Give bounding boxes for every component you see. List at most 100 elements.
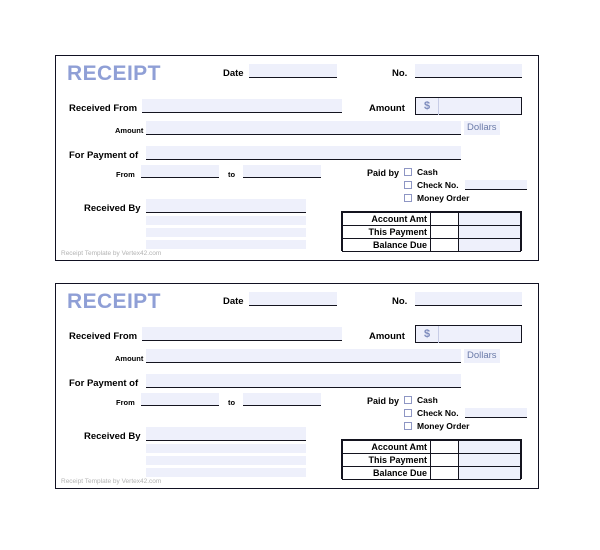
table-row: Balance Due [342, 466, 521, 480]
currency-symbol: $ [416, 325, 439, 343]
payment-method-label: Money Order [417, 192, 470, 203]
received-by-field[interactable] [146, 427, 306, 441]
currency-symbol: $ [416, 97, 439, 115]
totals-table: Account Amt This Payment Balance Due [341, 211, 522, 252]
signature-band [146, 468, 306, 477]
amount-label: Amount [369, 103, 405, 114]
payment-method-cash[interactable]: Cash [404, 166, 438, 177]
table-row: Balance Due [342, 238, 521, 252]
for-payment-of-label: For Payment of [69, 378, 139, 389]
payment-method-label: Cash [417, 166, 438, 177]
totals-gap [430, 466, 459, 480]
checkbox-cash-icon[interactable] [404, 395, 412, 404]
for-payment-of-label: For Payment of [69, 150, 139, 161]
table-row: Account Amt [342, 212, 521, 226]
number-label: No. [392, 68, 408, 79]
footer-credit: Receipt Template by Vertex42.com [61, 478, 162, 485]
received-from-field[interactable] [142, 327, 342, 341]
totals-gap [430, 212, 459, 226]
amount-box[interactable]: $ [415, 97, 522, 115]
dollars-label: Dollars [464, 121, 500, 135]
dollars-label: Dollars [464, 349, 500, 363]
amount-words-label: Amount [115, 354, 144, 363]
totals-label: Account Amt [342, 212, 431, 226]
payment-method-money-order[interactable]: Money Order [404, 192, 469, 203]
payment-method-check[interactable]: Check No. [404, 179, 527, 190]
received-by-label: Received By [84, 431, 141, 442]
totals-label: Balance Due [342, 466, 431, 480]
amount-words-label: Amount [115, 126, 144, 135]
check-no-field[interactable] [464, 179, 527, 190]
checkbox-money-order-icon[interactable] [404, 421, 412, 430]
amount-label: Amount [369, 331, 405, 342]
totals-value[interactable] [458, 440, 521, 454]
amount-words-field[interactable] [146, 121, 461, 135]
amount-box[interactable]: $ [415, 325, 522, 343]
period-to-label: to [228, 398, 236, 407]
signature-band [146, 240, 306, 249]
checkbox-check-icon[interactable] [404, 180, 412, 189]
table-row: This Payment [342, 225, 521, 239]
date-label: Date [223, 296, 244, 307]
period-to-field[interactable] [243, 393, 321, 406]
receipt-title: RECEIPT [67, 62, 161, 85]
receipt-title: RECEIPT [67, 290, 161, 313]
totals-gap [430, 440, 459, 454]
check-no-field[interactable] [464, 407, 527, 418]
receipt-copy-2: RECEIPT Date No. Received From Amount $ … [55, 283, 539, 489]
totals-gap [430, 238, 459, 252]
totals-table: Account Amt This Payment Balance Due [341, 439, 522, 480]
period-from-field[interactable] [141, 393, 219, 406]
period-from-label: From [116, 170, 135, 179]
received-from-field[interactable] [142, 99, 342, 113]
for-payment-of-field[interactable] [146, 374, 461, 388]
number-field[interactable] [415, 64, 522, 78]
totals-gap [430, 453, 459, 467]
payment-method-label: Check No. [417, 407, 459, 418]
paid-by-label: Paid by [367, 168, 400, 178]
totals-value[interactable] [458, 238, 521, 252]
payment-method-check[interactable]: Check No. [404, 407, 527, 418]
period-from-field[interactable] [141, 165, 219, 178]
signature-band [146, 216, 306, 225]
received-from-label: Received From [69, 331, 138, 342]
checkbox-cash-icon[interactable] [404, 167, 412, 176]
table-row: Account Amt [342, 440, 521, 454]
receipt-page: RECEIPT Date No. Received From Amount $ … [0, 0, 600, 550]
period-to-field[interactable] [243, 165, 321, 178]
totals-label: Balance Due [342, 238, 431, 252]
table-row: This Payment [342, 453, 521, 467]
payment-method-money-order[interactable]: Money Order [404, 420, 469, 431]
received-by-label: Received By [84, 203, 141, 214]
amount-field[interactable] [439, 98, 521, 114]
received-from-label: Received From [69, 103, 138, 114]
totals-value[interactable] [458, 212, 521, 226]
date-field[interactable] [249, 64, 337, 78]
received-by-field[interactable] [146, 199, 306, 213]
number-label: No. [392, 296, 408, 307]
amount-field[interactable] [439, 326, 521, 342]
number-field[interactable] [415, 292, 522, 306]
totals-gap [430, 225, 459, 239]
totals-label: This Payment [342, 225, 431, 239]
receipt-copy-1: RECEIPT Date No. Received From Amount $ … [55, 55, 539, 261]
payment-method-label: Check No. [417, 179, 459, 190]
signature-band [146, 228, 306, 237]
period-from-label: From [116, 398, 135, 407]
signature-band [146, 444, 306, 453]
period-to-label: to [228, 170, 236, 179]
paid-by-label: Paid by [367, 396, 400, 406]
checkbox-money-order-icon[interactable] [404, 193, 412, 202]
totals-value[interactable] [458, 453, 521, 467]
payment-method-cash[interactable]: Cash [404, 394, 438, 405]
footer-credit: Receipt Template by Vertex42.com [61, 250, 162, 257]
signature-band [146, 456, 306, 465]
for-payment-of-field[interactable] [146, 146, 461, 160]
totals-value[interactable] [458, 466, 521, 480]
payment-method-label: Cash [417, 394, 438, 405]
checkbox-check-icon[interactable] [404, 408, 412, 417]
date-field[interactable] [249, 292, 337, 306]
amount-words-field[interactable] [146, 349, 461, 363]
totals-value[interactable] [458, 225, 521, 239]
payment-method-label: Money Order [417, 420, 470, 431]
